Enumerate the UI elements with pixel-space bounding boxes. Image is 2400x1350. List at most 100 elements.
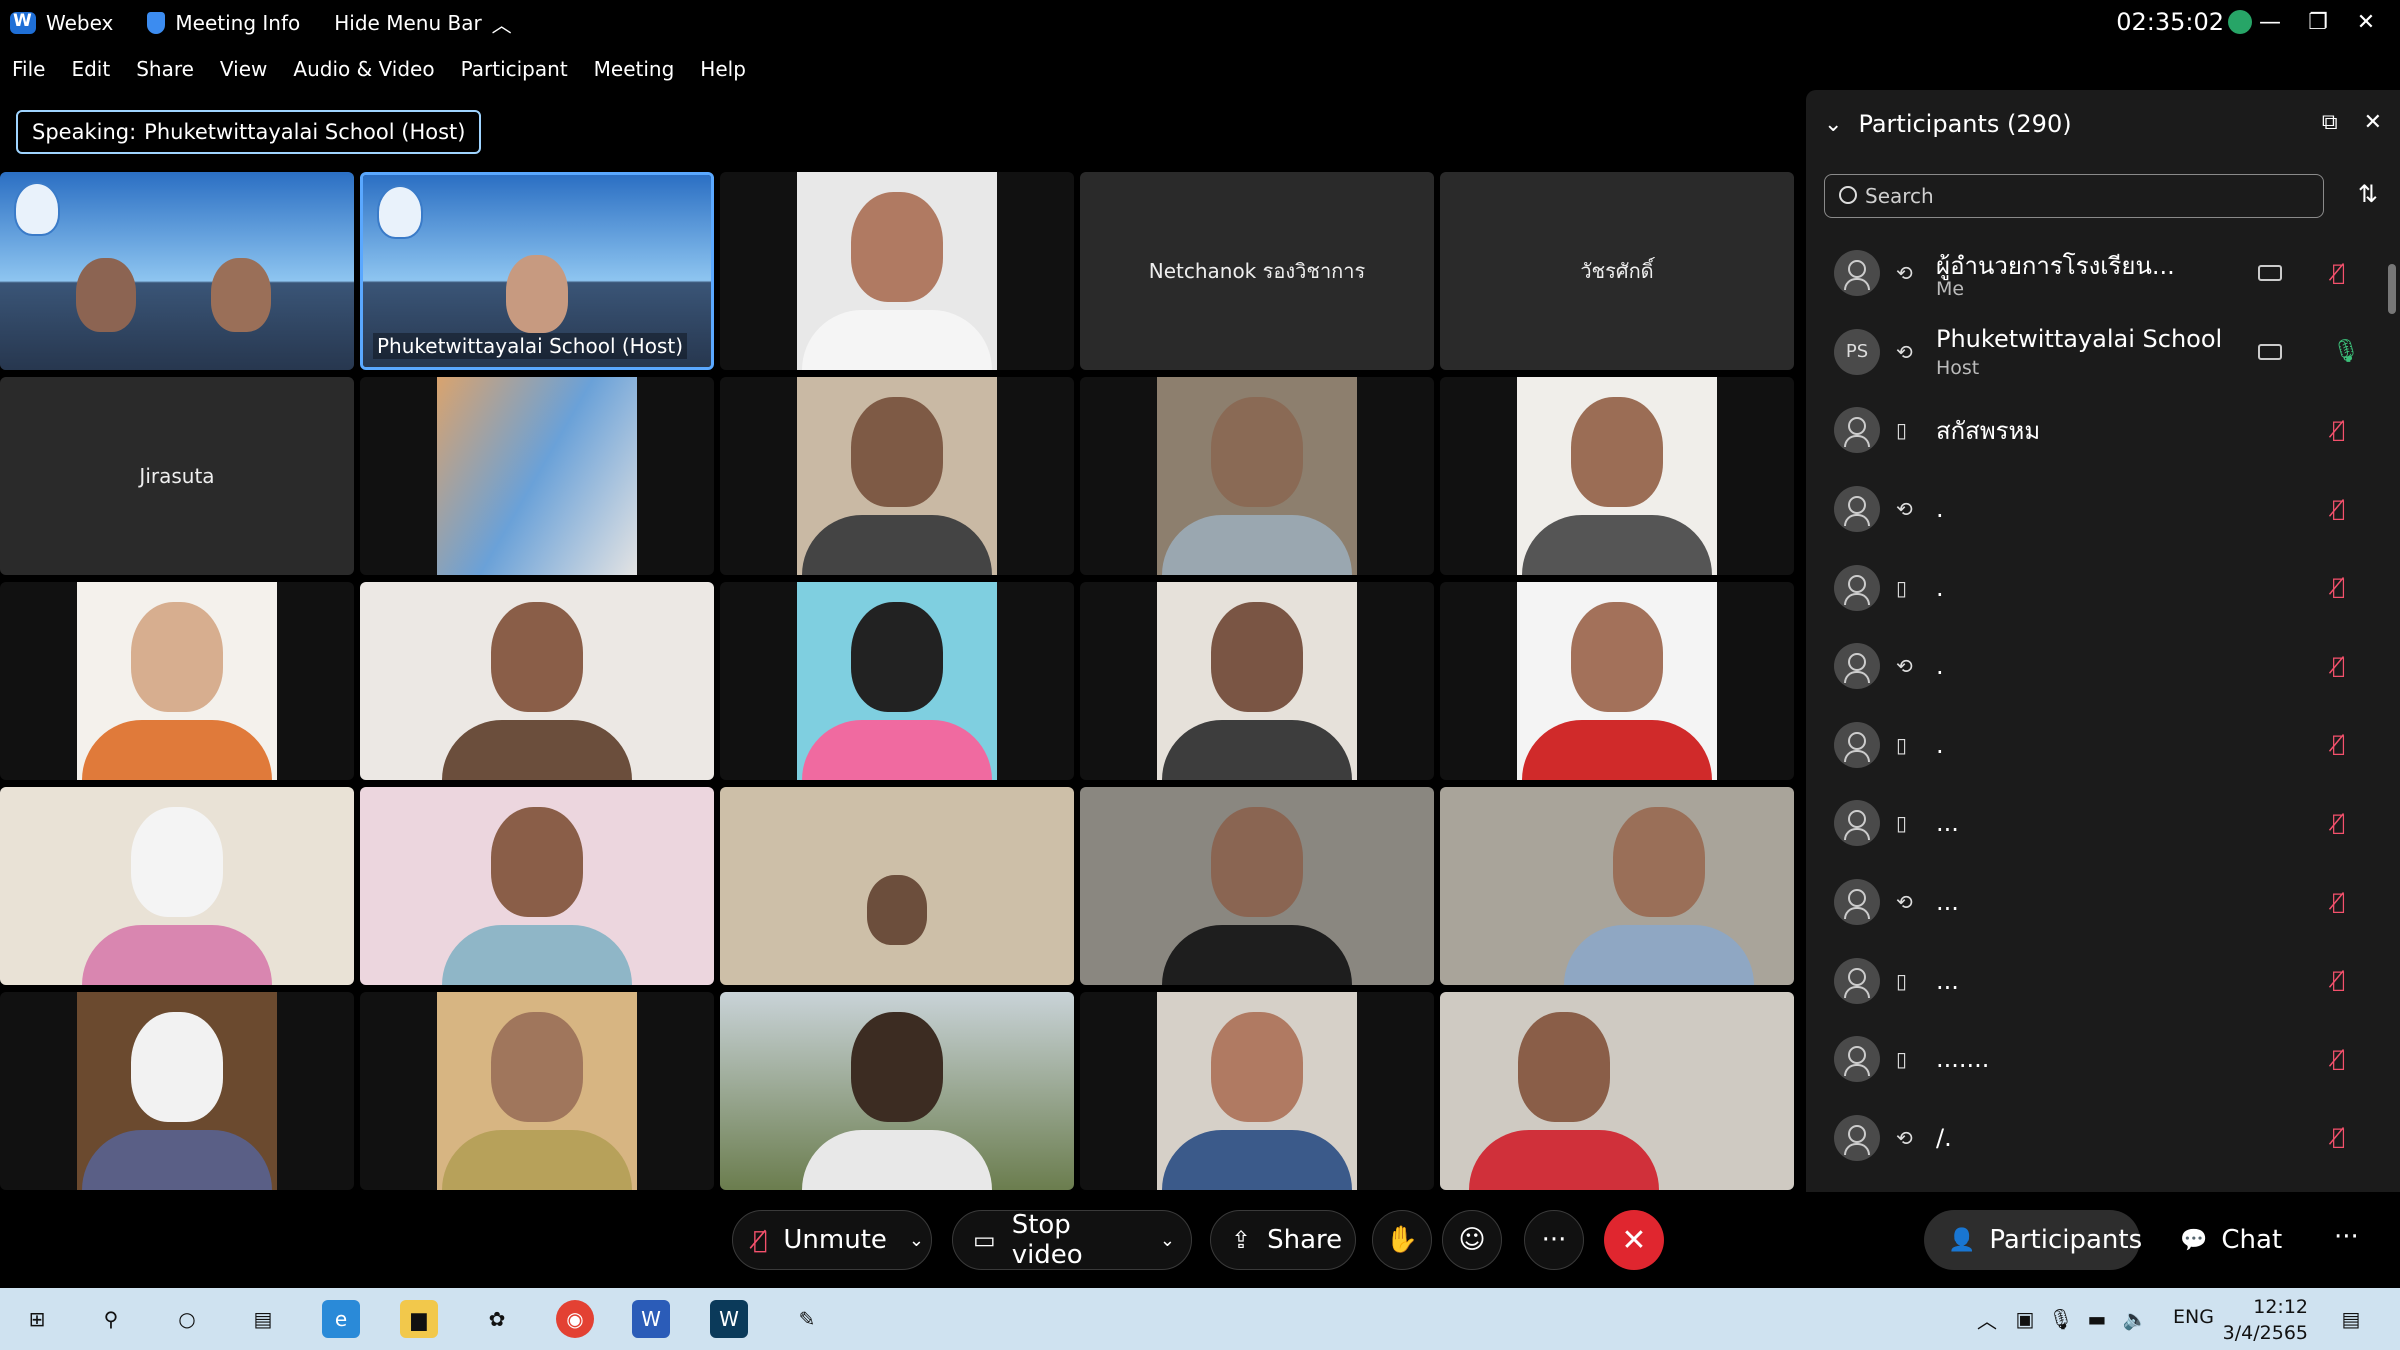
menu-participant[interactable]: Participant [461, 57, 568, 81]
video-tile[interactable] [1080, 377, 1434, 575]
mic-muted-icon[interactable]: 🎙̸ [2332, 497, 2345, 522]
mic-muted-icon[interactable]: 🎙̸ [2332, 418, 2345, 443]
video-tile[interactable]: Netchanok รองวิชาการ [1080, 172, 1434, 370]
minimize-icon[interactable]: — [2246, 4, 2294, 40]
more-panels-icon[interactable]: ··· [2334, 1222, 2359, 1252]
video-tile[interactable] [0, 582, 354, 780]
collapse-chevron-icon[interactable]: ⌄ [1824, 112, 1842, 137]
pop-out-icon[interactable]: ⧉ [2322, 110, 2338, 135]
video-tile[interactable] [1080, 992, 1434, 1190]
mic-muted-icon[interactable]: 🎙̸ [2332, 1125, 2345, 1150]
participant-row[interactable]: ▯ ... 🎙̸ [1806, 941, 2386, 1020]
video-tile[interactable] [360, 992, 714, 1190]
close-panel-icon[interactable]: ✕ [2364, 110, 2382, 135]
close-window-icon[interactable]: ✕ [2342, 4, 2390, 40]
video-tile[interactable] [720, 582, 1074, 780]
raise-hand-button[interactable]: ✋ [1372, 1210, 1432, 1270]
meeting-info-button[interactable]: Meeting Info [147, 11, 300, 35]
mic-muted-icon[interactable]: 🎙̸ [2332, 575, 2345, 600]
task-view-icon[interactable]: ▤ [244, 1300, 282, 1338]
video-tile-host[interactable]: Phuketwittayalai School (Host) [360, 172, 714, 370]
cortana-icon[interactable]: ○ [168, 1300, 206, 1338]
participant-row[interactable]: ⟲ /. 🎙̸ [1806, 1099, 2386, 1178]
search-icon[interactable]: ⚲ [92, 1300, 130, 1338]
hide-menu-bar-button[interactable]: Hide Menu Bar ︿ [334, 9, 511, 38]
menu-share[interactable]: Share [136, 57, 194, 81]
participant-row[interactable]: ▯ ... 🎙̸ [1806, 784, 2386, 863]
video-tile[interactable] [720, 787, 1074, 985]
video-tile[interactable] [1440, 582, 1794, 780]
video-tile[interactable] [1440, 992, 1794, 1190]
video-tile[interactable] [1080, 787, 1434, 985]
video-tile[interactable] [0, 992, 354, 1190]
microphone-icon[interactable]: 🎙 [2042, 1300, 2080, 1338]
system-clock[interactable]: 12:12 3/4/2565 [2223, 1294, 2308, 1346]
video-tile[interactable] [360, 787, 714, 985]
video-tile[interactable] [360, 377, 714, 575]
menu-audio-video[interactable]: Audio & Video [293, 57, 434, 81]
video-tile[interactable] [720, 377, 1074, 575]
participant-row[interactable]: ⟲ ผู้อำนวยการโรงเรียน... Me 🎙̸ [1806, 234, 2386, 313]
chrome-browser-icon[interactable]: ◉ [556, 1300, 594, 1338]
video-tile[interactable] [0, 787, 354, 985]
restore-icon[interactable]: ❐ [2294, 4, 2342, 40]
video-tile[interactable] [1440, 787, 1794, 985]
video-tile[interactable] [360, 582, 714, 780]
mic-muted-icon[interactable]: 🎙̸ [2332, 968, 2345, 993]
video-tile[interactable]: วัชรศักดิ์ [1440, 172, 1794, 370]
participant-scrollbar[interactable] [2388, 240, 2396, 1170]
mic-muted-icon[interactable]: 🎙̸ [2332, 261, 2345, 286]
participant-row[interactable]: ⟲ . 🎙̸ [1806, 627, 2386, 706]
video-tile[interactable]: Jirasuta [0, 377, 354, 575]
mic-muted-icon[interactable]: 🎙̸ [2332, 732, 2345, 757]
mic-muted-icon[interactable]: 🎙̸ [2332, 654, 2345, 679]
participants-tab-button[interactable]: 👤 Participants [1924, 1210, 2142, 1270]
chevron-up-icon[interactable]: ︿ [1968, 1300, 2006, 1338]
menu-help[interactable]: Help [700, 57, 746, 81]
battery-icon[interactable]: ▬ [2078, 1300, 2116, 1338]
video-tile[interactable] [0, 172, 354, 370]
scrollbar-thumb[interactable] [2388, 264, 2396, 314]
share-button[interactable]: ⇪ Share [1210, 1210, 1356, 1270]
windows-start-icon[interactable]: ⊞ [18, 1300, 56, 1338]
display-icon[interactable]: ▣ [2006, 1300, 2044, 1338]
sort-icon[interactable]: ⇅ [2358, 180, 2378, 208]
mic-muted-icon[interactable]: 🎙̸ [2332, 890, 2345, 915]
unmute-button[interactable]: 🎙̸ Unmute ⌄ [732, 1210, 932, 1270]
reactions-button[interactable]: ☺ [1442, 1210, 1502, 1270]
participant-row[interactable]: PS ⟲ Phuketwittayalai School Host 🎙 [1806, 313, 2386, 392]
mic-muted-icon[interactable]: 🎙̸ [2332, 1047, 2345, 1072]
speaker-icon[interactable]: 🔈 [2116, 1300, 2154, 1338]
participant-row[interactable]: ⟲ ... 🎙̸ [1806, 863, 2386, 942]
video-tile[interactable] [1080, 582, 1434, 780]
participant-row[interactable]: ▯ สกัสพรหม 🎙̸ [1806, 391, 2386, 470]
video-tile[interactable] [1440, 377, 1794, 575]
notifications-icon[interactable]: ▤ [2332, 1300, 2370, 1338]
menu-edit[interactable]: Edit [71, 57, 110, 81]
chat-tab-button[interactable]: 💬 Chat [2180, 1210, 2282, 1270]
input-language[interactable]: ENG [2173, 1306, 2214, 1328]
edge-browser-icon[interactable]: e [322, 1300, 360, 1338]
chevron-down-icon[interactable]: ⌄ [1160, 1230, 1175, 1251]
video-tile[interactable] [720, 992, 1074, 1190]
participant-row[interactable]: ▯ . 🎙̸ [1806, 548, 2386, 627]
stop-video-button[interactable]: ▭ Stop video ⌄ [952, 1210, 1192, 1270]
participant-row[interactable]: ▯ ....... 🎙̸ [1806, 1020, 2386, 1099]
participant-search-input[interactable]: Search [1824, 174, 2324, 218]
word-app-icon[interactable]: W [632, 1300, 670, 1338]
more-options-button[interactable]: ··· [1524, 1210, 1584, 1270]
paint-brush-icon[interactable]: ✎ [788, 1300, 826, 1338]
webex-taskbar-icon[interactable]: W [710, 1300, 748, 1338]
mic-muted-icon[interactable]: 🎙̸ [2332, 811, 2345, 836]
file-explorer-icon[interactable]: ▆ [400, 1300, 438, 1338]
mic-on-icon[interactable]: 🎙 [2332, 339, 2360, 364]
participant-row[interactable]: ▯ . 🎙̸ [1806, 706, 2386, 785]
paint-app-icon[interactable]: ✿ [478, 1300, 516, 1338]
menu-view[interactable]: View [220, 57, 267, 81]
participant-row[interactable]: ⟲ . 🎙̸ [1806, 470, 2386, 549]
end-call-button[interactable]: ✕ [1604, 1210, 1664, 1270]
chevron-down-icon[interactable]: ⌄ [909, 1230, 924, 1251]
video-tile[interactable] [720, 172, 1074, 370]
menu-file[interactable]: File [12, 57, 45, 81]
menu-meeting[interactable]: Meeting [594, 57, 675, 81]
